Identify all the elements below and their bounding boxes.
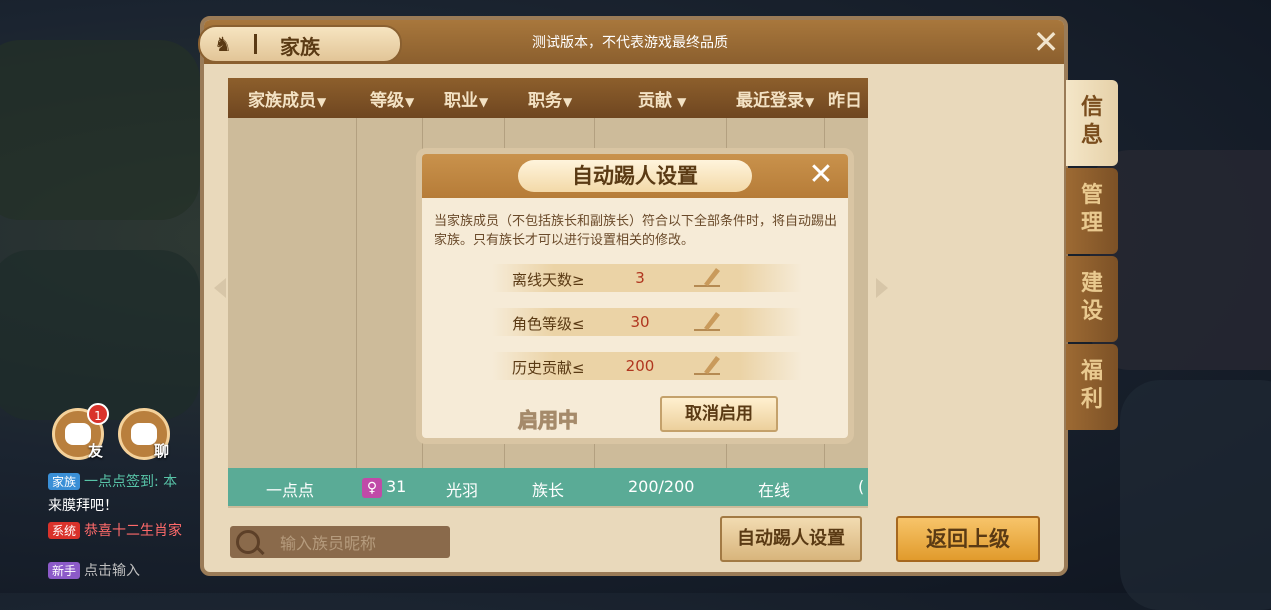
chat-text: 一点点签到: 本 [84,474,178,490]
cancel-enable-button[interactable]: 取消启用 [660,396,778,432]
sort-arrow-icon: ▼ [563,95,573,109]
condition-value[interactable]: 30 [610,313,670,331]
sort-arrow-icon: ▼ [479,95,489,109]
header-yesterday[interactable]: 昨日 [828,86,862,111]
window-title: 家族 [280,35,320,59]
background-rock [1120,380,1271,610]
condition-label: 离线天数≥ [512,271,585,289]
member-search[interactable] [230,526,450,558]
edit-pen-icon[interactable] [690,310,726,332]
condition-label: 历史贡献≤ [512,359,585,377]
member-position: 族长 [532,481,565,500]
header-position[interactable]: 职务▼ [528,86,572,111]
tab-build[interactable]: 建 设 [1066,256,1118,342]
dialog-description: 当家族成员（不包括族长和副族长）符合以下全部条件时，将自动踢出家族。只有族长才可… [434,214,838,248]
tab-manage[interactable]: 管 理 [1066,168,1118,254]
member-name: 一点点 [266,481,315,500]
title-plate: ♞ 家族 [198,25,402,63]
back-button[interactable]: 返回上级 [896,516,1040,562]
sort-arrow-icon: ▼ [673,95,687,109]
chat-input-hint[interactable]: 点击输入 [84,563,140,579]
table-row[interactable]: 一点点 ♀ 31 光羽 族长 200/200 在线 ( [228,468,868,506]
member-level: ♀ 31 [362,477,406,498]
friend-button[interactable]: 友 1 [52,403,109,460]
header-level[interactable]: 等级▼ [370,86,414,111]
chat-tag: 系统 [48,522,81,539]
dialog-close-icon[interactable]: ✕ [804,158,838,192]
chat-line: 家族 一点点签到: 本 [48,471,177,491]
prev-page-arrow-icon[interactable] [214,278,226,298]
column-divider [356,118,357,468]
condition-role-level: 角色等级≤ 30 [492,308,802,336]
edit-pen-icon[interactable] [690,266,726,288]
member-last-login: 在线 [758,481,791,500]
auto-kick-dialog: 自动踢人设置 ✕ 当家族成员（不包括族长和副族长）符合以下全部条件时，将自动踢出… [416,148,854,444]
condition-offline-days: 离线天数≥ 3 [492,264,802,292]
header-contribution[interactable]: 贡献 ▼ [638,86,686,111]
friend-label: 友 [87,442,103,460]
chat-button[interactable]: 聊 [118,408,170,460]
chat-tag: 家族 [48,473,81,490]
test-version-notice: 测试版本，不代表游戏最终品质 [532,35,728,51]
close-icon[interactable]: ✕ [1028,24,1064,60]
condition-value[interactable]: 3 [610,269,670,287]
family-icon: ♞ [214,32,232,56]
auto-kick-settings-button[interactable]: 自动踢人设置 [720,516,862,562]
header-member[interactable]: 家族成员▼ [248,86,326,111]
next-page-arrow-icon[interactable] [876,278,888,298]
chat-line: 来膜拜吧！ [48,495,118,515]
chat-tag: 新手 [48,562,81,579]
member-yesterday: ( [858,477,865,496]
search-input[interactable] [278,530,442,556]
window-header: ♞ 家族 测试版本，不代表游戏最终品质 ✕ [198,20,1064,64]
dialog-header: 自动踢人设置 ✕ [422,154,848,198]
sort-arrow-icon: ▼ [805,95,815,109]
friend-badge: 1 [87,403,109,425]
background-rock [0,250,200,420]
table-header: 家族成员▼ 等级▼ 职业▼ 职务▼ 贡献 ▼ 最近登录▼ 昨日 [228,78,868,118]
chat-label: 聊 [153,442,169,460]
edit-pen-icon[interactable] [690,354,726,376]
header-class[interactable]: 职业▼ [444,86,488,111]
tab-info[interactable]: 信 息 [1066,80,1118,166]
dialog-title: 自动踢人设置 [518,160,752,192]
title-divider [254,34,257,54]
condition-label: 角色等级≤ [512,315,585,333]
female-icon: ♀ [362,478,382,498]
background-rock [0,40,200,220]
condition-value[interactable]: 200 [610,357,670,375]
header-last-login[interactable]: 最近登录▼ [736,86,814,111]
search-icon [236,530,260,554]
condition-history-contribution: 历史贡献≤ 200 [492,352,802,380]
chat-text: 来膜拜吧！ [48,498,118,514]
member-class: 光羽 [446,481,479,500]
chat-text: 恭喜十二生肖家 [84,523,183,539]
sort-arrow-icon: ▼ [405,95,415,109]
sort-arrow-icon: ▼ [317,95,327,109]
enabled-status: 启用中 [518,408,579,433]
chat-input-line[interactable]: 新手 点击输入 [48,560,140,580]
member-contribution: 200/200 [628,477,695,496]
tab-welfare[interactable]: 福 利 [1066,344,1118,430]
chat-line: 系统 恭喜十二生肖家 [48,520,182,540]
